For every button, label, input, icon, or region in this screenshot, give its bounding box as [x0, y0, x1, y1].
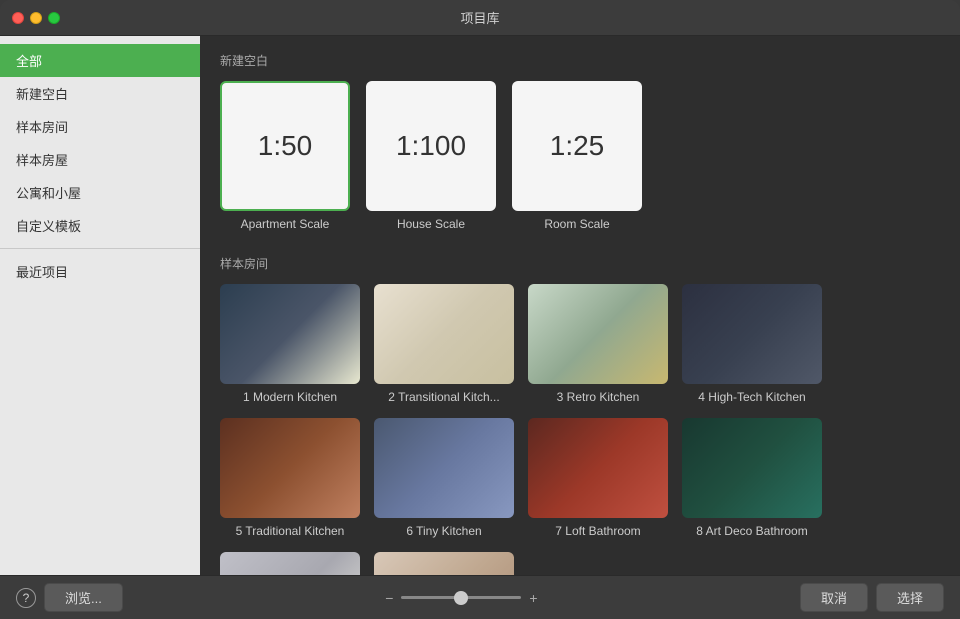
scale-card-room-inner: 1:25: [512, 81, 642, 211]
room-card-2[interactable]: 2 Transitional Kitch...: [374, 284, 514, 404]
sidebar-item-sample-house[interactable]: 样本房屋: [0, 143, 200, 176]
main-layout: 全部 新建空白 样本房间 样本房屋 公寓和小屋 自定义模板 最近项目 新建空白 …: [0, 36, 960, 575]
sidebar-item-apartment[interactable]: 公寓和小屋: [0, 176, 200, 209]
room-thumb-7: [528, 418, 668, 518]
room-thumb-1: [220, 284, 360, 384]
room-card-9[interactable]: 9 Corner Bathroom: [220, 552, 360, 575]
scale-card-apt[interactable]: 1:50 Apartment Scale: [220, 81, 350, 231]
sidebar-item-new-blank[interactable]: 新建空白: [0, 77, 200, 110]
bottom-center: − +: [385, 590, 537, 606]
room-label-3: 3 Retro Kitchen: [557, 390, 640, 404]
room-card-10[interactable]: 10 Modern Bathroom: [374, 552, 514, 575]
room-thumb-6: [374, 418, 514, 518]
traffic-lights: [12, 12, 60, 24]
maximize-button[interactable]: [48, 12, 60, 24]
sample-room-label: 样本房间: [220, 255, 940, 272]
room-thumb-2: [374, 284, 514, 384]
scale-card-house-inner: 1:100: [366, 81, 496, 211]
sample-room-section: 样本房间 1 Modern Kitchen 2 Transitional Kit…: [220, 255, 940, 575]
window-title: 项目库: [460, 8, 499, 27]
bottombar: ? 浏览... − + 取消 选择: [0, 575, 960, 619]
titlebar: 项目库: [0, 0, 960, 36]
new-blank-section: 新建空白 1:50 Apartment Scale 1:100 House Sc…: [220, 52, 940, 231]
scale-card-room[interactable]: 1:25 Room Scale: [512, 81, 642, 231]
room-label-2: 2 Transitional Kitch...: [388, 390, 499, 404]
scale-card-house-label: House Scale: [397, 217, 465, 231]
room-label-6: 6 Tiny Kitchen: [406, 524, 481, 538]
sidebar: 全部 新建空白 样本房间 样本房屋 公寓和小屋 自定义模板 最近项目: [0, 36, 200, 575]
browse-button[interactable]: 浏览...: [44, 583, 123, 612]
room-card-3[interactable]: 3 Retro Kitchen: [528, 284, 668, 404]
room-label-8: 8 Art Deco Bathroom: [696, 524, 807, 538]
zoom-in-icon: +: [529, 590, 537, 606]
sidebar-divider: [0, 248, 200, 249]
room-card-4[interactable]: 4 High-Tech Kitchen: [682, 284, 822, 404]
room-card-1[interactable]: 1 Modern Kitchen: [220, 284, 360, 404]
room-label-1: 1 Modern Kitchen: [243, 390, 337, 404]
room-thumb-5: [220, 418, 360, 518]
minimize-button[interactable]: [30, 12, 42, 24]
scale-card-room-label: Room Scale: [544, 217, 609, 231]
room-thumb-3: [528, 284, 668, 384]
room-thumb-9: [220, 552, 360, 575]
room-grid: 1 Modern Kitchen 2 Transitional Kitch...…: [220, 284, 940, 575]
close-button[interactable]: [12, 12, 24, 24]
sidebar-item-recent[interactable]: 最近项目: [0, 255, 200, 288]
room-card-6[interactable]: 6 Tiny Kitchen: [374, 418, 514, 538]
sidebar-item-all[interactable]: 全部: [0, 44, 200, 77]
scale-card-house[interactable]: 1:100 House Scale: [366, 81, 496, 231]
room-thumb-10: [374, 552, 514, 575]
select-button[interactable]: 选择: [876, 583, 944, 612]
content-area: 新建空白 1:50 Apartment Scale 1:100 House Sc…: [200, 36, 960, 575]
zoom-out-icon: −: [385, 590, 393, 606]
new-blank-label: 新建空白: [220, 52, 940, 69]
room-label-4: 4 High-Tech Kitchen: [698, 390, 805, 404]
room-label-7: 7 Loft Bathroom: [555, 524, 640, 538]
scale-grid: 1:50 Apartment Scale 1:100 House Scale 1…: [220, 81, 940, 231]
room-label-5: 5 Traditional Kitchen: [236, 524, 345, 538]
sidebar-item-sample-room[interactable]: 样本房间: [0, 110, 200, 143]
bottom-left: ? 浏览...: [16, 583, 123, 612]
room-thumb-8: [682, 418, 822, 518]
cancel-button[interactable]: 取消: [800, 583, 868, 612]
bottom-right: 取消 选择: [800, 583, 944, 612]
room-card-5[interactable]: 5 Traditional Kitchen: [220, 418, 360, 538]
sidebar-item-custom[interactable]: 自定义模板: [0, 209, 200, 242]
room-card-7[interactable]: 7 Loft Bathroom: [528, 418, 668, 538]
zoom-slider[interactable]: [401, 596, 521, 599]
room-thumb-4: [682, 284, 822, 384]
help-button[interactable]: ?: [16, 588, 36, 608]
room-card-8[interactable]: 8 Art Deco Bathroom: [682, 418, 822, 538]
scale-card-apt-label: Apartment Scale: [241, 217, 330, 231]
scale-card-apt-inner: 1:50: [220, 81, 350, 211]
